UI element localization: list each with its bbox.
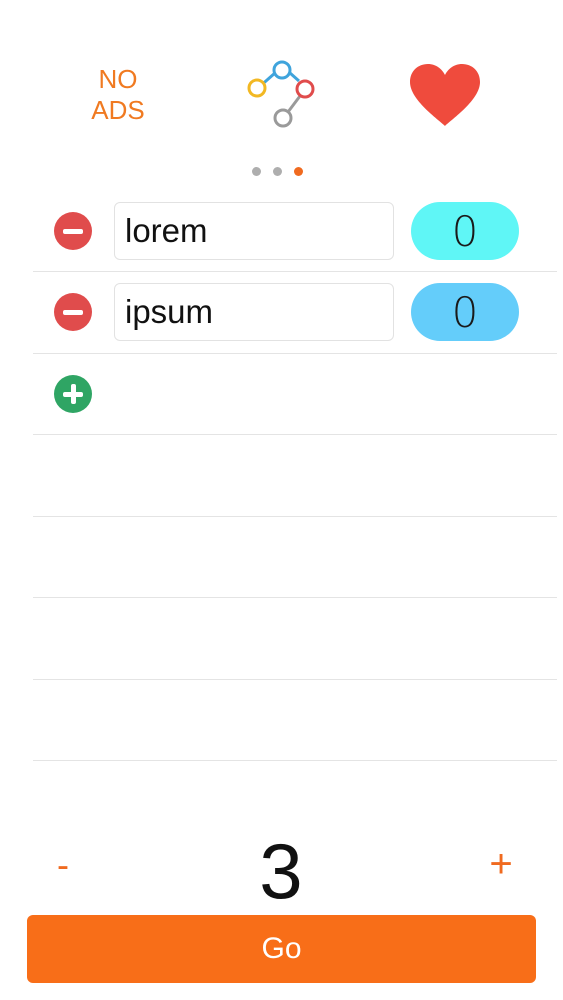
row-divider	[33, 434, 557, 435]
row-divider	[33, 353, 557, 354]
no-ads-label-line1: NO	[98, 64, 138, 94]
add-entry-button[interactable]	[54, 375, 92, 413]
plus-icon	[63, 384, 83, 404]
row-divider	[33, 679, 557, 680]
share-nodes-icon[interactable]	[246, 60, 318, 132]
entry-count-badge[interactable]: 0	[411, 283, 519, 341]
page-indicator	[252, 167, 312, 177]
page-dot[interactable]	[273, 167, 282, 176]
remove-entry-button[interactable]	[54, 293, 92, 331]
remove-entry-button[interactable]	[54, 212, 92, 250]
minus-icon	[63, 228, 83, 234]
entry-name-field[interactable]	[114, 202, 394, 260]
entry-name-field[interactable]	[114, 283, 394, 341]
page-dot-active[interactable]	[294, 167, 303, 176]
go-button[interactable]: Go	[27, 915, 536, 983]
no-ads-label-line2: ADS	[91, 95, 145, 125]
increment-button[interactable]: +	[484, 842, 518, 887]
decrement-button[interactable]: -	[48, 844, 78, 886]
heart-icon[interactable]	[408, 62, 482, 128]
no-ads-button[interactable]: NO ADS	[70, 64, 166, 126]
row-divider	[33, 271, 557, 272]
entry-count-badge[interactable]: 0	[411, 202, 519, 260]
minus-icon	[63, 309, 83, 315]
row-divider	[33, 516, 557, 517]
page-dot[interactable]	[252, 167, 261, 176]
row-divider	[33, 760, 557, 761]
row-divider	[33, 597, 557, 598]
stepper-value: 3	[259, 827, 303, 915]
